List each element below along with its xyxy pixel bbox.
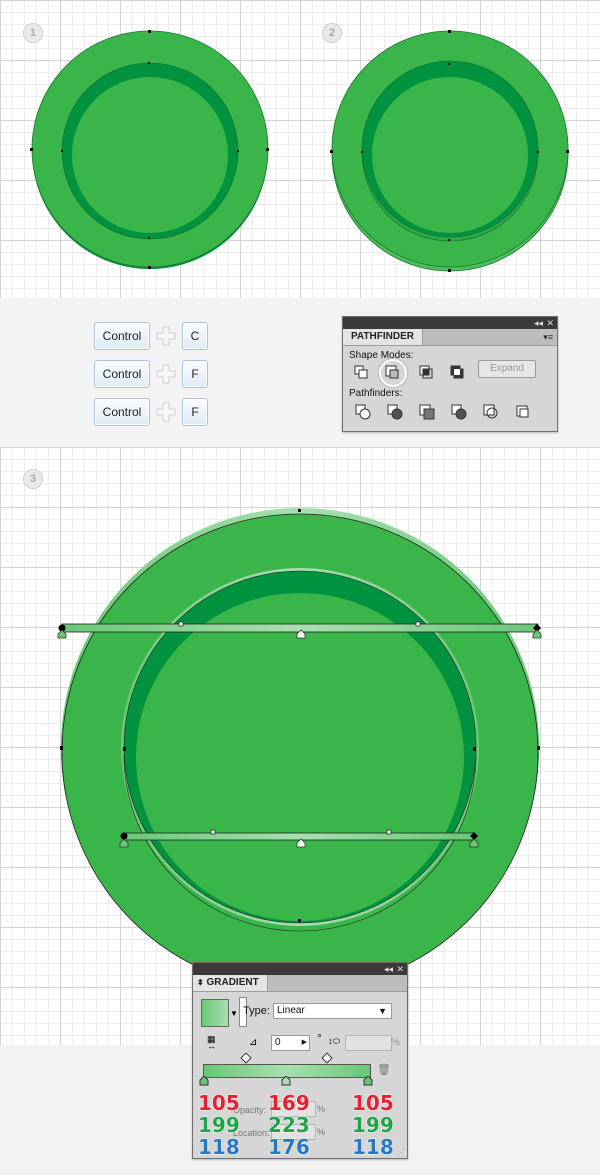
minus-front-icon[interactable] bbox=[384, 364, 400, 380]
opacity-percent: % bbox=[317, 1104, 326, 1114]
intersect-icon[interactable] bbox=[418, 364, 434, 380]
pathfinders-label: Pathfinders: bbox=[349, 388, 403, 399]
type-label: Type: bbox=[243, 1005, 270, 1017]
plate-illustration-2 bbox=[330, 30, 569, 272]
panel-menu-icon[interactable]: ▾≡ bbox=[543, 332, 553, 343]
midpoint-diamond-1[interactable] bbox=[240, 1052, 252, 1064]
stop-1-blue-value: 118 bbox=[198, 1135, 241, 1159]
plate-illustration-1 bbox=[30, 30, 269, 269]
angle-icon: ⊿ bbox=[249, 1037, 258, 1048]
pathfinder-panel: ◂◂ ✕ ▾≡ PATHFINDER Shape Modes: Expand P… bbox=[342, 316, 558, 432]
type-select[interactable]: Linear ▼ bbox=[273, 1003, 392, 1019]
angle-stepper-icon[interactable]: ▶ bbox=[302, 1036, 307, 1050]
plus-icon bbox=[156, 364, 176, 384]
tab-arrows-icon: ⬍ bbox=[197, 978, 204, 987]
minus-back-icon[interactable] bbox=[515, 404, 531, 420]
aspect-ratio-input bbox=[345, 1035, 392, 1051]
gradient-title: GRADIENT bbox=[206, 977, 259, 988]
close-icon[interactable]: ✕ bbox=[396, 963, 404, 975]
unite-icon[interactable] bbox=[353, 364, 369, 380]
stop-3-blue-value: 118 bbox=[352, 1135, 395, 1159]
degree-symbol: ° bbox=[317, 1031, 322, 1045]
type-select-value: Linear bbox=[277, 1005, 305, 1016]
key-f: F bbox=[182, 360, 208, 388]
trash-icon[interactable]: 🗑 bbox=[377, 1063, 391, 1076]
tab-gradient[interactable]: ⬍ GRADIENT bbox=[193, 975, 268, 991]
key-f: F bbox=[182, 398, 208, 426]
swatch-dropdown-icon[interactable]: ▼ bbox=[230, 1009, 238, 1018]
color-stop-middle[interactable] bbox=[281, 1076, 291, 1086]
key-c: C bbox=[182, 322, 208, 350]
location-percent: % bbox=[317, 1127, 326, 1137]
shape-modes-label: Shape Modes: bbox=[349, 350, 414, 361]
stop-2-red-value: 169 bbox=[268, 1091, 311, 1115]
stop-2-green-value: 223 bbox=[268, 1113, 311, 1137]
angle-input[interactable]: 0 ▶ bbox=[271, 1035, 310, 1051]
gradient-swatch[interactable] bbox=[201, 999, 229, 1027]
plus-icon bbox=[156, 326, 176, 346]
gradient-titlebar: ◂◂ ✕ bbox=[193, 963, 407, 975]
plus-icon bbox=[156, 402, 176, 422]
aspect-percent: % bbox=[391, 1037, 400, 1048]
divide-icon[interactable] bbox=[355, 404, 371, 420]
outline-icon[interactable] bbox=[483, 404, 499, 420]
aspect-ratio-icon: ↕⬭ bbox=[328, 1036, 341, 1046]
resize-grip-icon[interactable]: ⋰ bbox=[397, 1148, 405, 1157]
stop-1-red-value: 105 bbox=[198, 1091, 241, 1115]
stop-2-blue-value: 176 bbox=[268, 1135, 311, 1159]
color-stop-right[interactable] bbox=[363, 1076, 373, 1086]
midpoint-diamond-2[interactable] bbox=[321, 1052, 333, 1064]
collapse-icon[interactable]: ◂◂ bbox=[534, 317, 543, 329]
key-control: Control bbox=[94, 360, 150, 388]
exclude-icon[interactable] bbox=[449, 364, 465, 380]
collapse-icon[interactable]: ◂◂ bbox=[384, 963, 393, 975]
crop-icon[interactable] bbox=[451, 404, 467, 420]
key-control: Control bbox=[94, 398, 150, 426]
tab-pathfinder[interactable]: PATHFINDER bbox=[343, 329, 423, 345]
key-control: Control bbox=[94, 322, 150, 350]
merge-icon[interactable] bbox=[419, 404, 435, 420]
chevron-down-icon: ▼ bbox=[378, 1006, 387, 1016]
reverse-gradient-icon[interactable]: ▦ ↔ bbox=[207, 1035, 223, 1051]
stop-3-red-value: 105 bbox=[352, 1091, 395, 1115]
trim-icon[interactable] bbox=[387, 404, 403, 420]
pathfinder-titlebar: ◂◂ ✕ bbox=[343, 317, 557, 329]
stop-3-green-value: 199 bbox=[352, 1113, 395, 1137]
stop-1-green-value: 199 bbox=[198, 1113, 241, 1137]
expand-button[interactable]: Expand bbox=[478, 360, 536, 378]
color-stop-left[interactable] bbox=[199, 1076, 209, 1086]
angle-value: 0 bbox=[275, 1037, 281, 1048]
plate-illustration-3 bbox=[57, 508, 542, 991]
close-icon[interactable]: ✕ bbox=[546, 317, 554, 329]
